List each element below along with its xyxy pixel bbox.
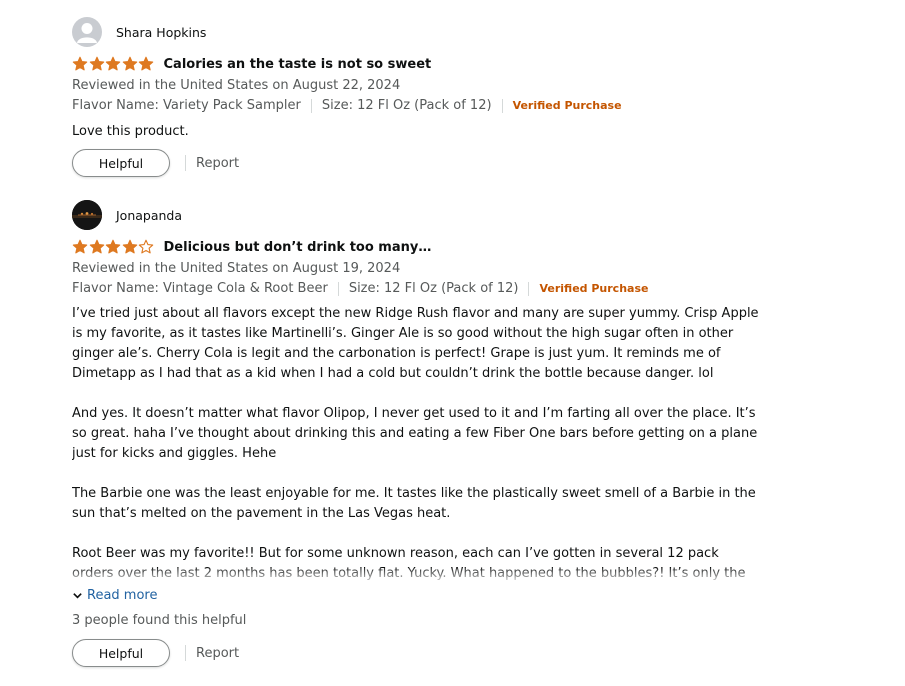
- review-card: Jonapanda Delicious but don’t drink too …: [72, 199, 762, 667]
- verified-purchase-badge: Verified Purchase: [539, 282, 649, 295]
- flavor-name[interactable]: Flavor Name: Variety Pack Sampler: [72, 96, 301, 116]
- star-filled-icon: [89, 56, 104, 71]
- review-paragraph: I’ve tried just about all flavors except…: [72, 306, 759, 381]
- review-date: Reviewed in the United States on August …: [72, 261, 401, 276]
- report-link[interactable]: Report: [196, 156, 239, 171]
- review-paragraph: Love this product.: [72, 124, 189, 139]
- divider: [337, 282, 339, 296]
- helpful-button[interactable]: Helpful: [72, 149, 170, 177]
- star-rating[interactable]: [72, 56, 155, 72]
- helpful-button[interactable]: Helpful: [72, 639, 170, 667]
- star-filled-icon: [72, 56, 88, 71]
- read-more-label[interactable]: Read more: [87, 588, 157, 603]
- reviewer-name[interactable]: Jonapanda: [116, 208, 182, 223]
- avatar-default-icon: [72, 17, 102, 47]
- star-filled-icon: [105, 56, 121, 71]
- star-filled-icon: [138, 56, 154, 71]
- divider: [528, 282, 530, 296]
- review-card: Shara Hopkins Calories an the taste is n…: [72, 16, 762, 177]
- reviewer-profile[interactable]: Shara Hopkins: [72, 16, 762, 48]
- review-body: I’ve tried just about all flavors except…: [72, 304, 762, 584]
- review-title[interactable]: Delicious but don’t drink too many…: [164, 240, 432, 255]
- star-filled-icon: [122, 56, 137, 71]
- review-actions: Helpful Report: [72, 149, 762, 177]
- review-body: Love this product.: [72, 122, 762, 142]
- star-filled-icon: [105, 239, 121, 254]
- divider: [501, 99, 503, 113]
- reviewer-profile[interactable]: Jonapanda: [72, 199, 762, 231]
- reviewer-name[interactable]: Shara Hopkins: [116, 25, 206, 40]
- review-actions: Helpful Report: [72, 639, 762, 667]
- read-more-link[interactable]: Read more: [72, 588, 762, 603]
- review-title[interactable]: Calories an the taste is not so sweet: [164, 57, 432, 72]
- divider: [185, 155, 186, 171]
- star-filled-icon: [122, 239, 137, 254]
- verified-purchase-badge: Verified Purchase: [512, 99, 622, 112]
- report-link[interactable]: Report: [196, 646, 239, 661]
- size-name[interactable]: Size: 12 Fl Oz (Pack of 12): [349, 279, 519, 299]
- star-filled-icon: [89, 239, 104, 254]
- divider: [185, 645, 186, 661]
- review-paragraph: And yes. It doesn’t matter what flavor O…: [72, 406, 758, 461]
- helpful-count: 3 people found this helpful: [72, 613, 247, 628]
- chevron-down-icon: [73, 593, 82, 599]
- flavor-name[interactable]: Flavor Name: Vintage Cola & Root Beer: [72, 279, 328, 299]
- star-rating[interactable]: [72, 239, 155, 255]
- review-format-strip: Flavor Name: Variety Pack Sampler Size: …: [72, 96, 762, 116]
- star-filled-icon: [72, 239, 88, 254]
- size-name[interactable]: Size: 12 Fl Oz (Pack of 12): [322, 96, 492, 116]
- star-empty-icon: [138, 239, 154, 254]
- review-date: Reviewed in the United States on August …: [72, 78, 401, 93]
- divider: [310, 99, 312, 113]
- review-paragraph: The Barbie one was the least enjoyable f…: [72, 486, 756, 521]
- review-paragraph: Root Beer was my favorite!! But for some…: [72, 546, 746, 581]
- avatar-photo-icon: [72, 200, 102, 230]
- review-format-strip: Flavor Name: Vintage Cola & Root Beer Si…: [72, 279, 762, 299]
